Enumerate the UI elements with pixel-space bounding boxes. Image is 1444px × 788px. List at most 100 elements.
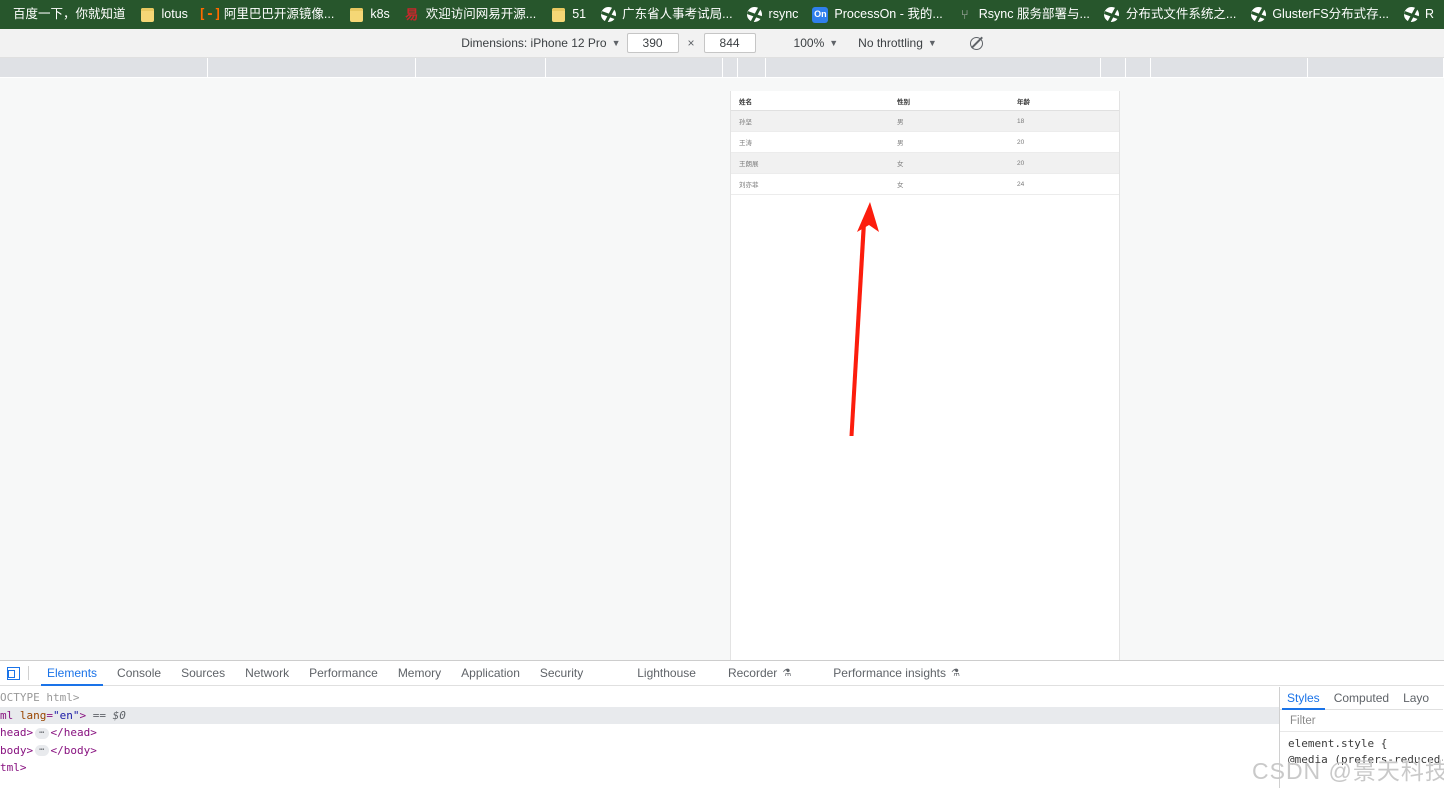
table-row[interactable]: 王涛 男 20 — [731, 131, 1119, 153]
cell-name: 孙坚 — [731, 110, 889, 132]
bookmark-label: 分布式文件系统之... — [1125, 7, 1237, 22]
tab-label: Network — [245, 665, 290, 680]
ruler-tick — [415, 58, 416, 78]
dom-tag: </head> — [50, 726, 97, 739]
ruler-tick — [545, 58, 546, 78]
bookmark-label: rsync — [768, 7, 799, 22]
bookmark-item-k8s[interactable]: k8s — [341, 3, 396, 27]
tab-label: Application — [461, 665, 520, 680]
globe-icon — [1104, 7, 1120, 23]
tab-network[interactable]: Network — [235, 661, 299, 686]
cell-age: 18 — [1009, 110, 1119, 132]
tab-label: Lighthouse — [637, 665, 696, 680]
dom-selected-marker: == $0 — [92, 708, 126, 722]
chevron-down-icon: ▼ — [927, 38, 937, 48]
styles-filter-input[interactable]: Filter — [1280, 710, 1443, 732]
dom-tag: </body> — [50, 743, 97, 757]
network-throttling-dropdown[interactable]: No throttling ▼ — [854, 34, 941, 52]
globe-icon — [1403, 7, 1419, 23]
bookmark-item-glusterfs[interactable]: GlusterFS分布式存... — [1243, 3, 1396, 27]
experiment-flask-icon: ⚗ — [951, 667, 960, 679]
folder-icon — [550, 7, 566, 23]
style-rule-element[interactable]: element.style { — [1288, 736, 1443, 752]
table-row[interactable]: 王朗展 女 20 — [731, 152, 1119, 174]
bookmark-item-lotus[interactable]: lotus — [133, 3, 195, 27]
bookmark-item-netease[interactable]: 易 欢迎访问网易开源... — [397, 3, 543, 27]
tab-label: Recorder — [727, 665, 778, 680]
ruler-tick — [207, 58, 208, 78]
rotate-device-icon[interactable] — [967, 33, 987, 53]
tab-computed[interactable]: Computed — [1327, 687, 1396, 710]
style-rule-media[interactable]: @media (prefers-reduced- — [1288, 752, 1443, 768]
device-toolbar-toggle-icon[interactable] — [0, 661, 26, 686]
dom-line-html[interactable]: ml lang="en"> == $0 — [0, 706, 1279, 724]
tab-performance[interactable]: Performance — [299, 661, 388, 686]
cell-gender: 男 — [889, 110, 1009, 132]
tab-security[interactable]: Security — [530, 661, 593, 686]
table-header: 姓名 性别 年龄 — [731, 91, 1119, 111]
tab-styles[interactable]: Styles — [1280, 687, 1327, 710]
emulated-page-viewport[interactable]: 姓名 性别 年龄 孙坚 男 18 王涛 男 20 王朗展 女 20 刘亦菲 女 … — [730, 91, 1120, 660]
cell-age: 24 — [1009, 173, 1119, 195]
bookmark-item-baidu[interactable]: 百度一下，你就知道 — [6, 3, 133, 27]
devtools-body: OCTYPE html> ml lang="en"> == $0 head> ⋯ <… — [0, 687, 1444, 788]
bookmark-item-r[interactable]: R — [1396, 3, 1441, 27]
tab-layout[interactable]: Layo — [1396, 687, 1436, 710]
bookmark-item-51[interactable]: 51 — [543, 3, 593, 27]
dom-line-doctype[interactable]: OCTYPE html> — [0, 689, 1279, 707]
bookmark-item-rsync[interactable]: rsync — [740, 3, 806, 27]
bookmark-label: k8s — [370, 7, 390, 22]
tab-memory[interactable]: Memory — [388, 661, 451, 686]
dom-tag: head> — [0, 726, 34, 739]
ruler-tick — [1100, 58, 1101, 78]
student-table: 姓名 性别 年龄 孙坚 男 18 王涛 男 20 王朗展 女 20 刘亦菲 女 … — [731, 91, 1119, 195]
tab-label: Performance insights — [833, 665, 946, 680]
dom-line-html-close[interactable]: tml> — [0, 759, 1279, 777]
tab-recorder[interactable]: Recorder ⚗ — [718, 661, 801, 686]
tab-label: Sources — [181, 665, 226, 680]
tab-performance-insights[interactable]: Performance insights ⚗ — [823, 661, 970, 686]
cell-name: 王朗展 — [731, 152, 889, 174]
bookmark-label: R — [1425, 7, 1435, 22]
dom-line-head[interactable]: head> ⋯ </head> — [0, 724, 1279, 742]
elements-dom-tree[interactable]: OCTYPE html> ml lang="en"> == $0 head> ⋯ <… — [0, 687, 1280, 788]
bookmark-item-rsync-deploy[interactable]: ⑂ Rsync 服务部署与... — [950, 3, 1097, 27]
bookmark-label: 51 — [572, 7, 587, 22]
ruler-tick — [722, 58, 723, 78]
column-header-name: 姓名 — [731, 91, 889, 111]
tab-lighthouse[interactable]: Lighthouse — [627, 661, 706, 686]
dom-line-body[interactable]: body> ⋯ </body> — [0, 742, 1279, 760]
zoom-level-dropdown[interactable]: 100% ▼ — [790, 34, 843, 52]
bookmark-item-processon[interactable]: On ProcessOn - 我的... — [805, 3, 949, 27]
bookmark-item-guangdong-exam[interactable]: 广东省人事考试局... — [593, 3, 739, 27]
ruler-tick — [1125, 58, 1126, 78]
table-header-row: 姓名 性别 年龄 — [731, 91, 1119, 111]
bookmark-label: 广东省人事考试局... — [622, 7, 733, 22]
bookmark-item-distributed-fs[interactable]: 分布式文件系统之... — [1097, 3, 1243, 27]
viewport-width-input[interactable]: 390 — [626, 33, 679, 53]
viewport-height-input[interactable]: 844 — [703, 33, 756, 53]
bookmark-label: lotus — [161, 7, 188, 22]
bookmark-label: Rsync 服务部署与... — [978, 7, 1090, 22]
dom-attr-name: lang — [19, 708, 47, 722]
tab-label: Elements — [47, 665, 98, 680]
dimensions-label: Dimensions: iPhone 12 Pro — [461, 36, 607, 50]
table-row[interactable]: 孙坚 男 18 — [731, 110, 1119, 132]
dom-tag: body> — [0, 743, 34, 757]
dom-tag: tml> — [0, 761, 27, 774]
device-dimensions-dropdown[interactable]: Dimensions: iPhone 12 Pro ▼ — [457, 34, 624, 52]
bookmark-item-alibaba-mirror[interactable]: [-] 阿里巴巴开源镜像... — [195, 3, 341, 27]
table-row[interactable]: 刘亦菲 女 24 — [731, 173, 1119, 195]
dom-collapsed-icon[interactable]: ⋯ — [35, 727, 49, 739]
chevron-down-icon: ▼ — [611, 38, 621, 48]
folder-icon — [140, 7, 156, 23]
dimensions-group: Dimensions: iPhone 12 Pro ▼ 390 × 844 — [457, 33, 757, 53]
tab-elements[interactable]: Elements — [37, 661, 107, 686]
dom-collapsed-icon[interactable]: ⋯ — [35, 745, 49, 756]
styles-rules-list: element.style { @media (prefers-reduced- — [1280, 732, 1443, 768]
tab-label: Computed — [1333, 690, 1390, 705]
tab-console[interactable]: Console — [107, 661, 171, 686]
tab-application[interactable]: Application — [451, 661, 530, 686]
table-body: 孙坚 男 18 王涛 男 20 王朗展 女 20 刘亦菲 女 24 — [731, 110, 1119, 195]
tab-sources[interactable]: Sources — [171, 661, 235, 686]
